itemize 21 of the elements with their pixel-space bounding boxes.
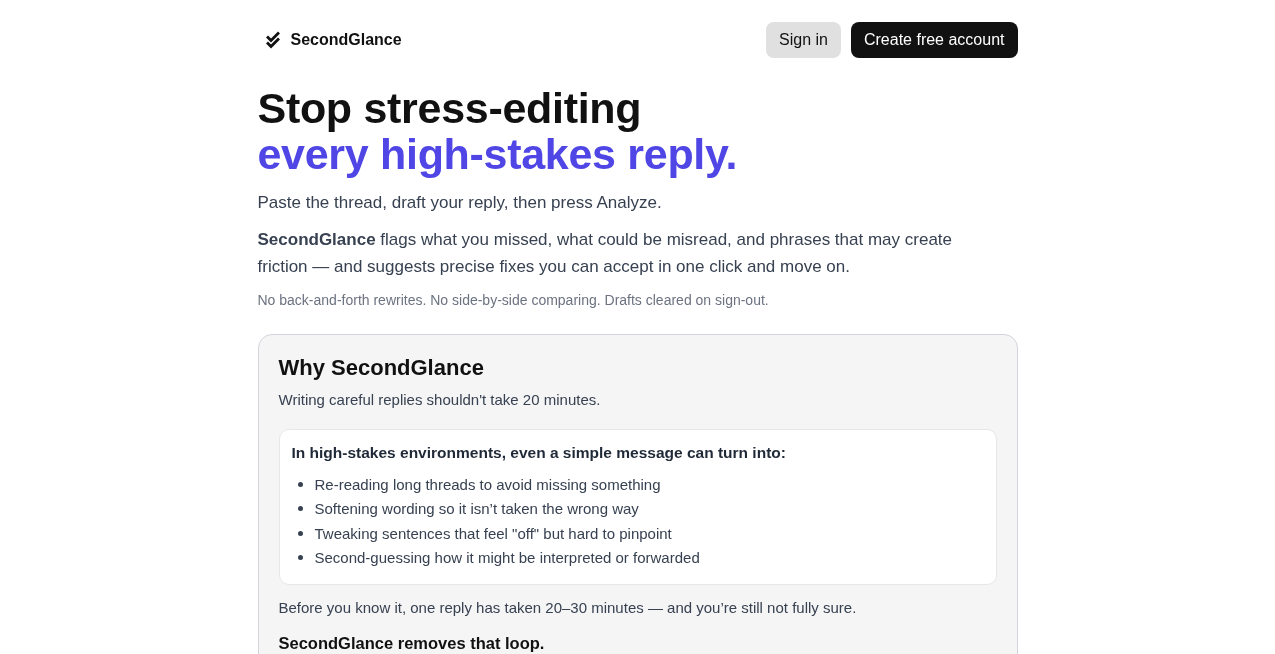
card-title: Why SecondGlance (278, 354, 485, 382)
bullet-icon (297, 506, 303, 512)
list-item: Softening wording so it isn’t taken the wrong way (314, 500, 639, 518)
sign-in-button[interactable]: Sign in (766, 22, 841, 58)
card-subtitle: Writing careful replies shouldn't take 20 minutes. (278, 390, 602, 410)
create-account-button[interactable]: Create free account (850, 22, 1018, 58)
list-item: Second-guessing how it might be interpreted or forwarded (314, 549, 700, 567)
closing-text: SecondGlance removes that loop. (278, 634, 546, 653)
problem-heading: In high-stakes environments, even a simple message can turn into: (291, 443, 787, 463)
description-text: SecondGlance flags what you missed, what could be misread, and phrases that may create friction — and suggests precise fixes you can accept in one click and move on. (257, 229, 953, 278)
list-item: Re-reading long threads to avoid missing something (314, 475, 661, 493)
bullet-icon (297, 555, 303, 561)
intro-text: Paste the thread, draft your reply, then press Analyze. (257, 192, 663, 214)
list-item: Tweaking sentences that feel "off" but hard to pinpoint (314, 524, 672, 542)
note-text: No back-and-forth rewrites. No side-by-side comparing. Drafts cleared on sign-out. (257, 291, 770, 310)
bullet-icon (297, 530, 303, 536)
headline-accent: every high-stakes reply. (257, 131, 739, 177)
brand-name[interactable]: SecondGlance (290, 31, 402, 49)
headline: Stop stress-editing (257, 85, 643, 131)
outcome-text: Before you know it, one reply has taken 20–30 minutes — and you’re still not fully sure. (278, 598, 858, 618)
bullet-icon (297, 481, 303, 487)
